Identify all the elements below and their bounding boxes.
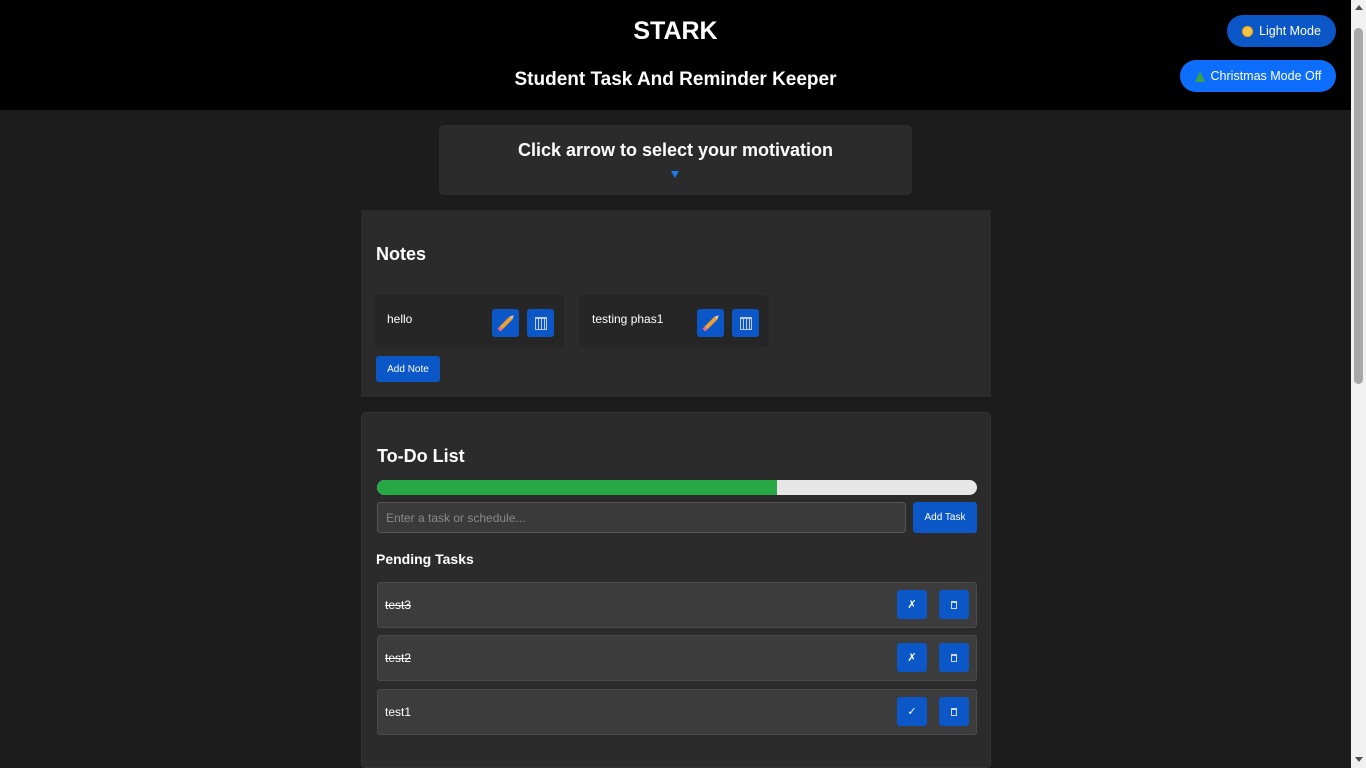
sun-icon [1242, 25, 1254, 37]
light-mode-button[interactable]: Light Mode [1227, 15, 1336, 47]
motivation-arrow-icon[interactable] [671, 171, 679, 178]
motivation-title: Click arrow to select your motivation [517, 140, 834, 160]
trash-icon [534, 316, 547, 330]
app-subtitle: Student Task And Reminder Keeper [514, 69, 837, 90]
delete-task-button[interactable] [939, 643, 969, 672]
light-mode-label: Light Mode [1259, 24, 1321, 38]
note-card: hello [374, 295, 564, 347]
christmas-tree-icon [1194, 70, 1205, 82]
motivation-panel: Click arrow to select your motivation [439, 125, 912, 195]
task-row: test2 ✗ [377, 635, 977, 681]
task-row: test3 ✗ [377, 582, 977, 628]
task-text: test3 [385, 598, 412, 612]
note-text: testing phas1 [592, 312, 664, 326]
task-row: test1 ✓ [377, 689, 977, 735]
add-task-button[interactable]: Add Task [913, 502, 977, 533]
note-card: testing phas1 [579, 295, 769, 347]
delete-note-button[interactable] [732, 309, 759, 337]
progress-fill [377, 480, 778, 495]
delete-task-button[interactable] [939, 590, 969, 619]
toggle-task-button[interactable]: ✗ [897, 590, 927, 619]
notes-title: Notes [376, 244, 427, 264]
task-text: test2 [385, 651, 412, 665]
pencil-icon [499, 316, 512, 330]
christmas-mode-label: Christmas Mode Off [1210, 69, 1322, 83]
scroll-down-icon[interactable] [1355, 757, 1363, 762]
progress-bar [377, 480, 977, 495]
pencil-icon [704, 316, 717, 330]
todo-title: To-Do List [377, 446, 465, 466]
task-text: test1 [385, 705, 412, 719]
app-title: STARK [633, 17, 718, 45]
toggle-task-button[interactable]: ✓ [897, 697, 927, 726]
edit-note-button[interactable] [697, 309, 724, 337]
note-text: hello [387, 312, 413, 326]
trash-icon [739, 316, 752, 330]
todo-panel: To-Do List Add Task Pending Tasks test3 … [361, 412, 991, 768]
delete-task-button[interactable] [939, 697, 969, 726]
trash-icon [951, 707, 957, 716]
delete-note-button[interactable] [527, 309, 554, 337]
app-header: STARK Student Task And Reminder Keeper L… [0, 0, 1351, 110]
christmas-mode-button[interactable]: Christmas Mode Off [1180, 60, 1336, 92]
pending-tasks-title: Pending Tasks [376, 551, 474, 567]
scroll-thumb[interactable] [1354, 28, 1363, 384]
trash-icon [951, 653, 957, 662]
add-note-button[interactable]: Add Note [376, 356, 440, 382]
scroll-up-icon[interactable] [1355, 5, 1363, 10]
page-scrollbar[interactable] [1351, 0, 1366, 768]
edit-note-button[interactable] [492, 309, 519, 337]
task-input[interactable] [377, 502, 906, 533]
trash-icon [951, 600, 957, 609]
notes-panel: Notes hello testing phas1 Add Note [361, 210, 991, 397]
toggle-task-button[interactable]: ✗ [897, 643, 927, 672]
